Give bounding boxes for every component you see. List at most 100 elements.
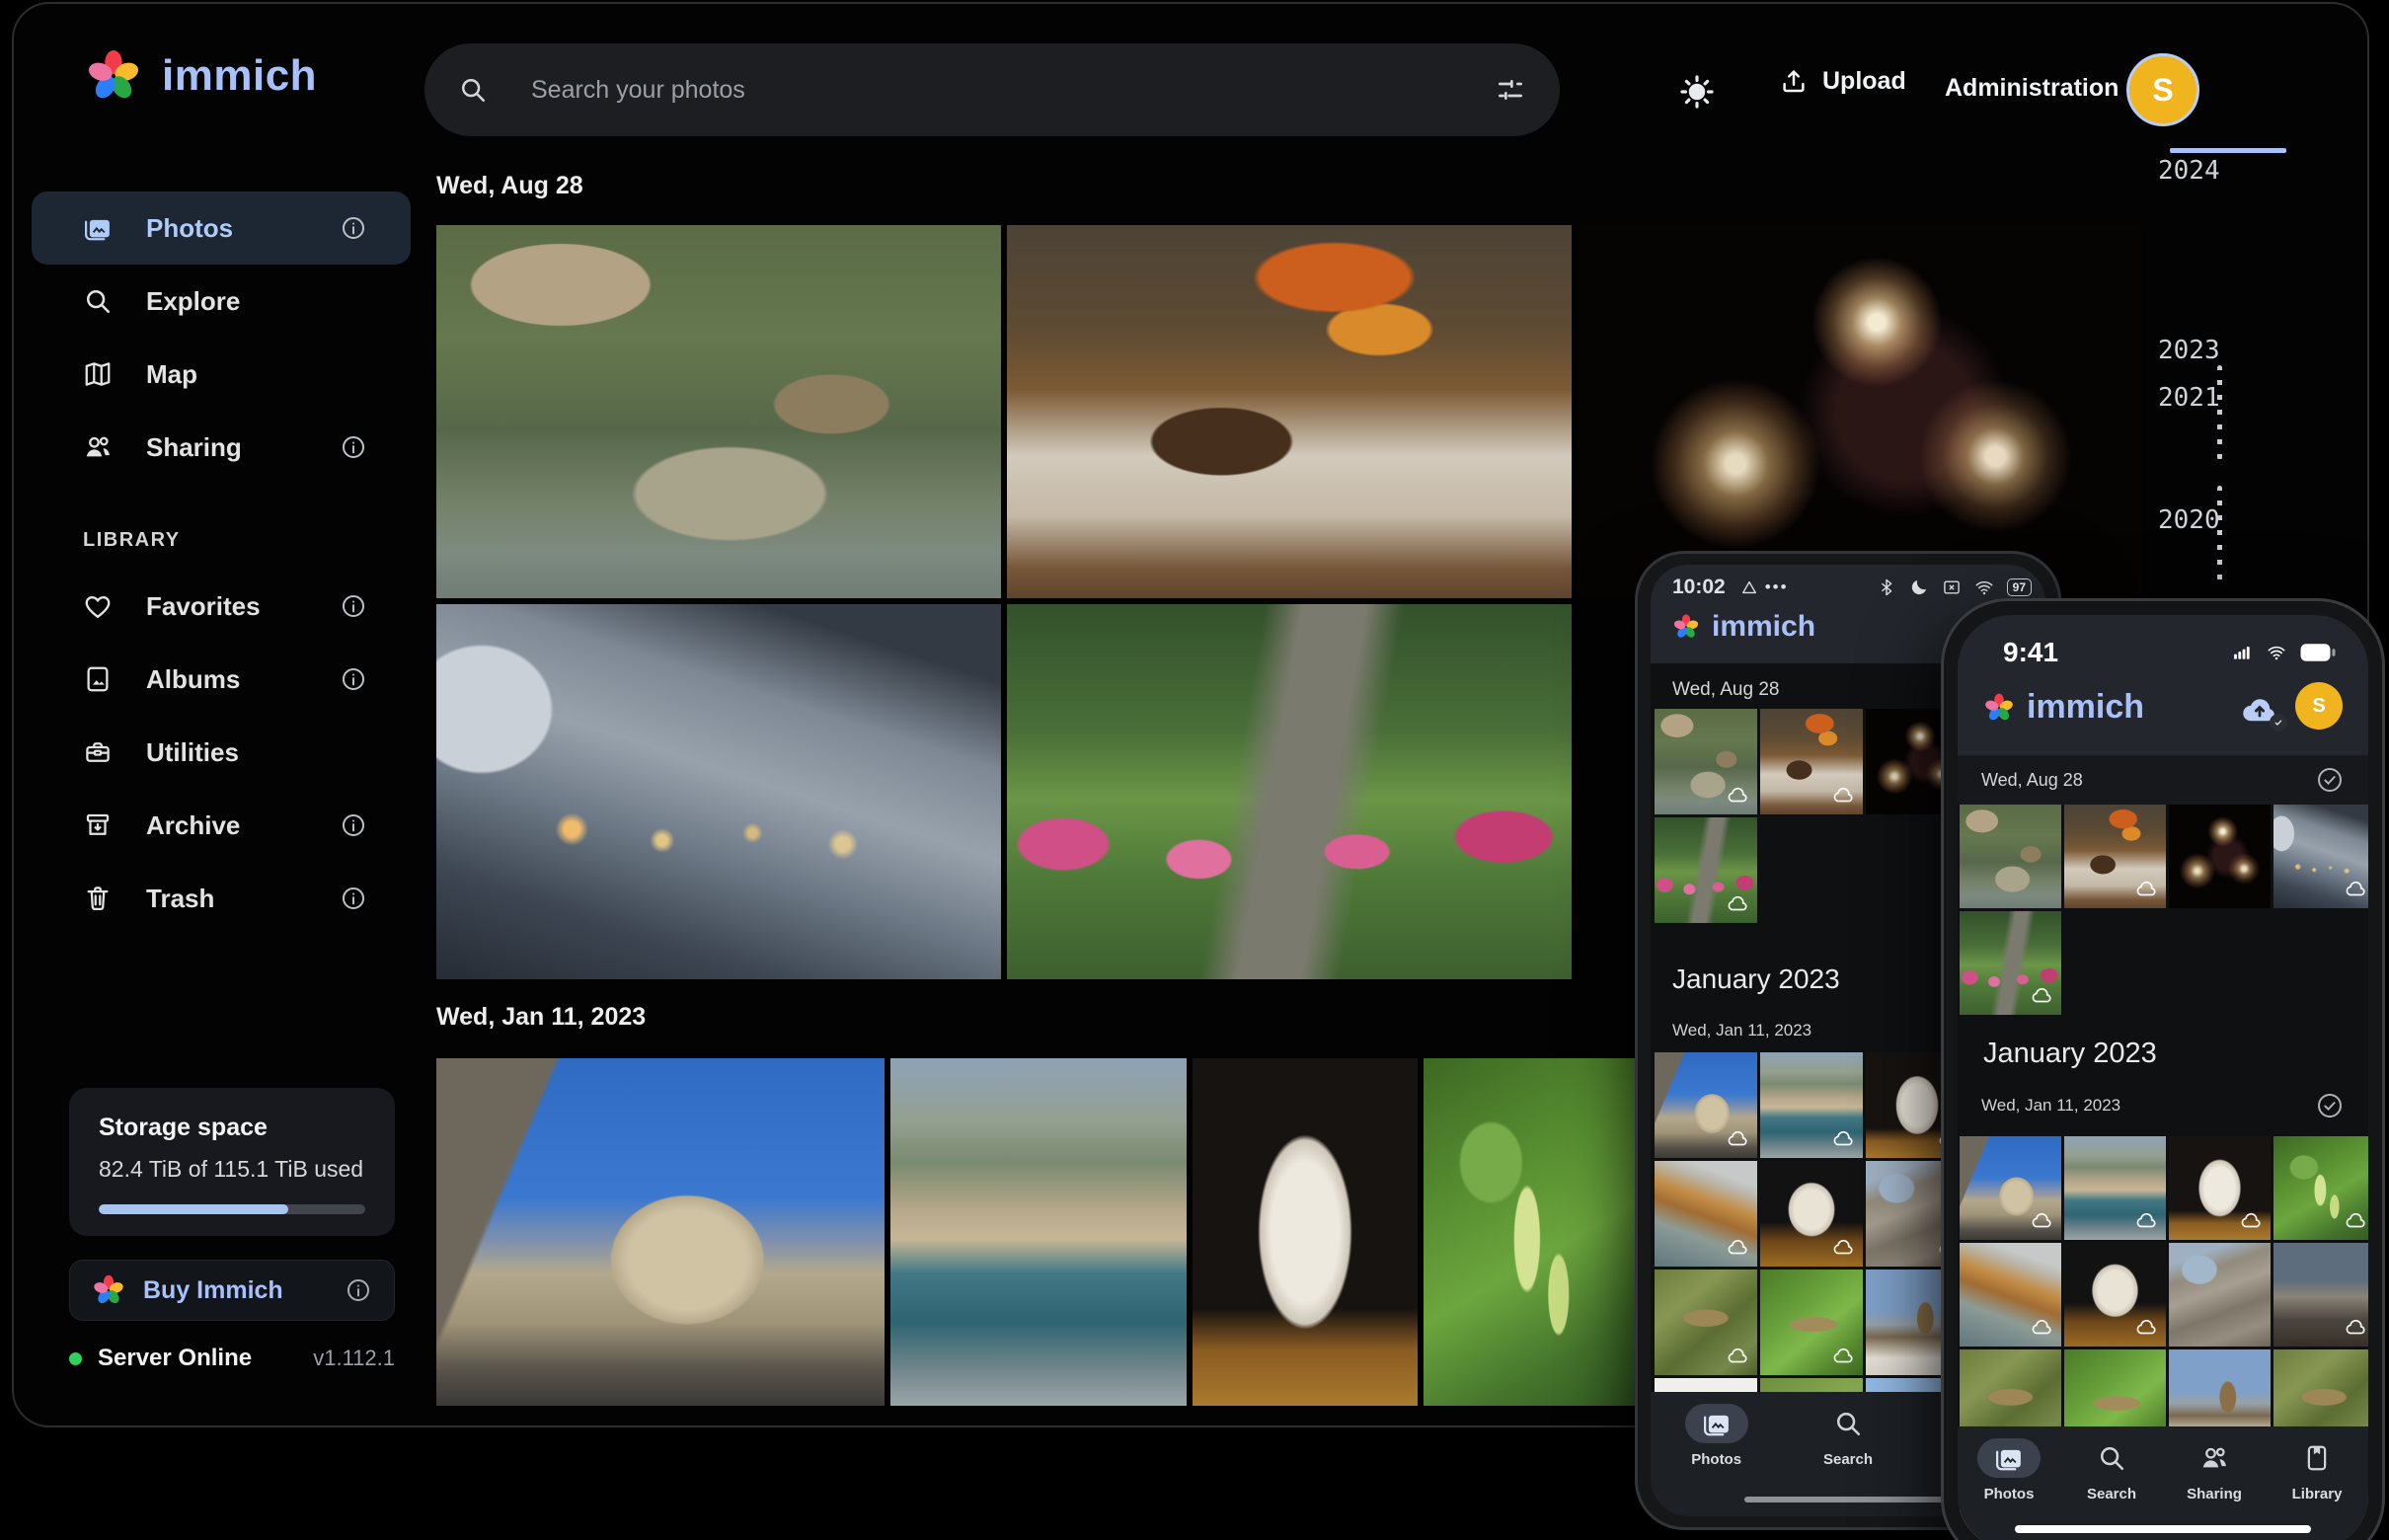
android-status-icons: 97 [1877, 578, 2032, 597]
tab-search[interactable]: Search [1782, 1392, 1913, 1468]
home-indicator[interactable] [1744, 1497, 1952, 1502]
photo-beach-cliff[interactable] [1655, 1161, 1757, 1267]
photo-dinner-table[interactable] [2064, 805, 2166, 908]
photo-stone-ruins[interactable] [2169, 1243, 2271, 1347]
app-logo[interactable]: immich [85, 47, 317, 105]
sidebar-item-albums[interactable]: Albums [32, 643, 411, 716]
photo-green-fruit[interactable] [1424, 1058, 1649, 1406]
immich-logo-icon [85, 47, 142, 105]
scrubber-year-2023[interactable]: 2023 [2158, 336, 2220, 365]
sidebar-item-label: Albums [146, 664, 240, 695]
photo-marble-bust[interactable] [2169, 1136, 2271, 1240]
photo-zoo-monkeys[interactable] [1655, 709, 1757, 814]
photo-fortress-sea[interactable] [2064, 1136, 2166, 1240]
photo-grid-row [1960, 1136, 2368, 1240]
sidebar-item-map[interactable]: Map [32, 338, 411, 411]
photo-dinner-table[interactable] [1760, 709, 1863, 814]
cloud-backup-icon [2030, 983, 2053, 1007]
tab-photos[interactable]: Photos [1651, 1392, 1782, 1468]
sidebar-item-label: Explore [146, 286, 240, 317]
photo-zoo-monkeys[interactable] [436, 225, 1001, 598]
photo-fortress[interactable] [1655, 1052, 1757, 1158]
toolbox-icon [83, 737, 113, 767]
storage-title: Storage space [99, 1114, 365, 1142]
info-icon[interactable] [340, 214, 367, 242]
iphone-screen: 9:41 immich S Wed, Aug 28 [1958, 615, 2368, 1540]
info-icon[interactable] [340, 592, 367, 620]
administration-link[interactable]: Administration [1939, 73, 2124, 104]
sidebar-item-explore[interactable]: Explore [32, 265, 411, 338]
photo-fortress[interactable] [1960, 1136, 2061, 1240]
photo-holding-hands[interactable] [436, 604, 1001, 979]
date-group-row: Wed, Aug 28 [1958, 755, 2368, 805]
select-all-check-icon[interactable] [2315, 765, 2345, 795]
photo-fortress-dark[interactable] [2273, 1243, 2368, 1347]
photo-grid-row [436, 225, 2142, 598]
photos-icon [83, 213, 113, 243]
cloud-backup-icon [2134, 1315, 2158, 1339]
sidebar-item-sharing[interactable]: Sharing [32, 411, 411, 484]
trash-icon [83, 884, 113, 913]
scrubber-tick-dots [2217, 486, 2222, 586]
server-status-text: Server Online [98, 1345, 252, 1372]
photo-lizard-log[interactable] [1655, 1270, 1757, 1375]
photo-autumn-park[interactable] [1007, 604, 1572, 979]
status-time: 9:41 [2003, 637, 2058, 668]
sim-card-icon [1942, 578, 1962, 597]
info-icon[interactable] [345, 1276, 372, 1304]
search-bar[interactable]: Search your photos [424, 43, 1560, 136]
photo-autumn-park[interactable] [1960, 911, 2061, 1015]
photo-beach-cliff[interactable] [1960, 1243, 2061, 1347]
cloud-backup-icon [1726, 783, 1749, 807]
photo-fireworks[interactable] [2169, 805, 2271, 908]
date-group-header: Wed, Aug 28 [436, 172, 583, 200]
photo-holding-hands[interactable] [2273, 805, 2368, 908]
cloud-backup-icon [2344, 1208, 2367, 1232]
info-icon[interactable] [340, 665, 367, 693]
filter-sliders-icon[interactable] [1495, 74, 1526, 106]
upload-button[interactable]: Upload [1773, 65, 1912, 97]
photo-fortress[interactable] [436, 1058, 885, 1406]
buy-immich-button[interactable]: Buy Immich [69, 1260, 395, 1321]
photo-fortress-sea[interactable] [1760, 1052, 1863, 1158]
photo-lizard-moss[interactable] [1760, 1270, 1863, 1375]
user-avatar[interactable]: S [2295, 682, 2343, 730]
tab-photos[interactable]: Photos [1958, 1426, 2060, 1502]
photo-marble-sculpture[interactable] [2064, 1243, 2166, 1347]
tab-library[interactable]: Library [2266, 1426, 2368, 1502]
photo-dinner-table[interactable] [1007, 225, 1572, 598]
sidebar-item-archive[interactable]: Archive [32, 789, 411, 862]
status-time: 10:02 [1672, 576, 1726, 599]
sidebar-item-photos[interactable]: Photos [32, 192, 411, 265]
photo-green-fruit[interactable] [2273, 1136, 2368, 1240]
scrubber-year-2024[interactable]: 2024 [2158, 156, 2220, 186]
storage-usage: 82.4 TiB of 115.1 TiB used [99, 1156, 365, 1183]
info-icon[interactable] [340, 433, 367, 461]
tab-sharing[interactable]: Sharing [2163, 1426, 2266, 1502]
photo-fortress-sea[interactable] [890, 1058, 1187, 1406]
cloud-backup-icon [1831, 1344, 1855, 1367]
select-all-check-icon[interactable] [2315, 1091, 2345, 1120]
search-icon [2080, 1438, 2143, 1478]
home-indicator[interactable] [2015, 1525, 2311, 1533]
photo-zoo-monkeys[interactable] [1960, 805, 2061, 908]
photo-autumn-park[interactable] [1655, 817, 1757, 923]
sidebar-item-favorites[interactable]: Favorites [32, 570, 411, 643]
photo-marble-bust[interactable] [1193, 1058, 1418, 1406]
sidebar-item-trash[interactable]: Trash [32, 862, 411, 935]
sidebar-item-utilities[interactable]: Utilities [32, 716, 411, 789]
storage-progress-fill [99, 1204, 288, 1214]
scrubber-year-2020[interactable]: 2020 [2158, 505, 2220, 535]
theme-toggle-sun-icon[interactable] [1678, 73, 1716, 111]
scrubber-year-2021[interactable]: 2021 [2158, 383, 2220, 413]
photo-grid-row [1960, 805, 2368, 908]
photo-fireworks[interactable] [1578, 225, 2142, 598]
cloud-upload-icon[interactable] [2236, 688, 2283, 730]
info-icon[interactable] [340, 885, 367, 912]
tab-search[interactable]: Search [2060, 1426, 2163, 1502]
photo-marble-sculpture[interactable] [1760, 1161, 1863, 1267]
cloud-backup-icon [2030, 1315, 2053, 1339]
info-icon[interactable] [340, 811, 367, 839]
date-group-header: Wed, Aug 28 [1981, 770, 2083, 791]
sidebar-item-label: Map [146, 359, 197, 390]
